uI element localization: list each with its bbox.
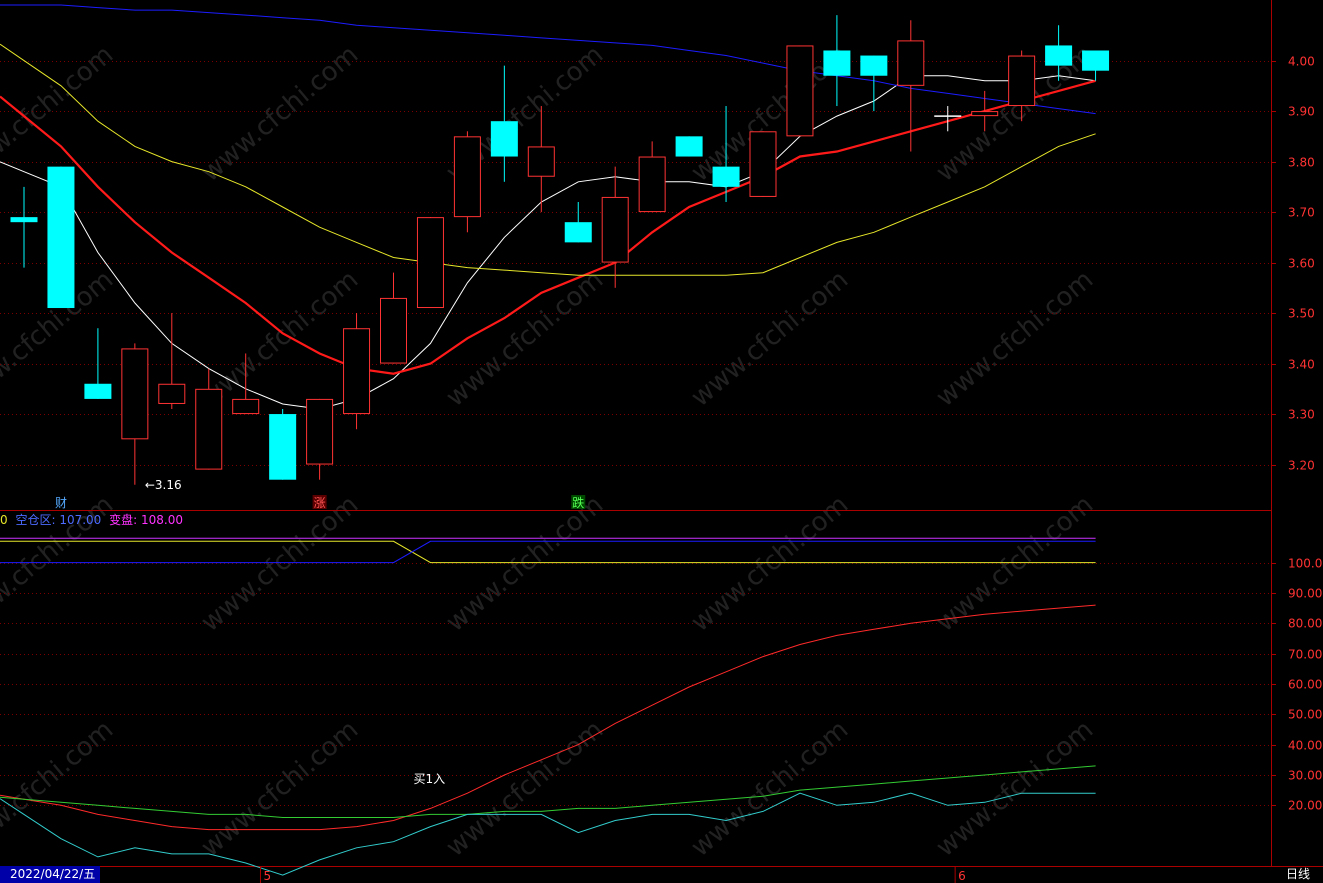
price-tick-label: 4.00 (1288, 55, 1315, 69)
candle (601, 166, 629, 288)
indicator-line-red (0, 604, 1096, 831)
candle-body (1045, 45, 1073, 66)
candle (638, 141, 666, 213)
candle (786, 45, 814, 137)
buy-signal-annotation: 买1入 (413, 772, 445, 786)
watermark-text: www.cfchi.com (0, 40, 119, 188)
candle-body (971, 111, 999, 117)
price-tick-label: 3.50 (1288, 307, 1315, 321)
price-tick-label: 3.70 (1288, 206, 1315, 220)
candle-body (232, 398, 260, 415)
event-marker: 财 (55, 496, 67, 510)
candle-body (416, 217, 444, 309)
period-label-daily[interactable]: 日线 (1273, 866, 1323, 883)
candle-body (527, 146, 555, 177)
indicator-tick-label: 100.00 (1288, 557, 1323, 571)
candle-body (675, 136, 703, 157)
candle-body (121, 348, 149, 440)
month-label: 5 (263, 869, 271, 883)
candle-body (380, 297, 407, 364)
candle (823, 15, 851, 107)
price-tick-label: 3.90 (1288, 105, 1315, 119)
candle-body (84, 383, 112, 399)
indicator-tick-label: 50.00 (1288, 708, 1322, 722)
indicator-tick-label: 90.00 (1288, 587, 1322, 601)
indicator-tick-label: 20.00 (1288, 799, 1322, 813)
candle-body (490, 121, 518, 157)
current-date-label: 2022/04/22/五 (0, 866, 101, 883)
candle (490, 65, 518, 182)
candle (1082, 50, 1110, 81)
candle (158, 313, 186, 410)
watermark-text: www.cfchi.com (441, 715, 610, 863)
candle-body (1008, 55, 1036, 107)
candle-body (749, 131, 777, 197)
candle-body (564, 222, 592, 243)
candle (675, 136, 703, 157)
candle-body (269, 414, 297, 480)
indicator-tick-label: 80.00 (1288, 617, 1322, 631)
candle (564, 201, 592, 243)
indicator-tick-label: 70.00 (1288, 648, 1322, 662)
candle (380, 272, 407, 364)
watermark-text: www.cfchi.com (0, 715, 119, 863)
candle-body (712, 166, 740, 187)
candle-body (786, 45, 814, 137)
watermark-text: www.cfchi.com (931, 715, 1100, 863)
indicator-tick-label: 60.00 (1288, 678, 1322, 692)
event-marker: 涨 (314, 495, 326, 510)
candle-body (306, 398, 334, 465)
watermark-text: www.cfchi.com (686, 715, 855, 863)
candle-body (897, 40, 925, 86)
stock-chart: www.cfchi.com www.cfchi.com www.cfchi.com w… (0, 0, 1323, 883)
watermark-text: www.cfchi.com (931, 265, 1100, 413)
indicator-legend: 0 空仓区: 107.00 变盘: 108.00 (0, 511, 183, 528)
candle (121, 343, 149, 485)
price-tick-label: 3.80 (1288, 156, 1315, 170)
indicator-tick-label: 30.00 (1288, 769, 1322, 783)
candle-body (343, 328, 371, 415)
candle-body (47, 166, 75, 309)
event-marker: 跌 (572, 495, 584, 510)
watermark-text: www.cfchi.com (196, 715, 365, 863)
legend-item-0: 0 (0, 513, 8, 527)
low-price-annotation: ←3.16 (145, 478, 182, 492)
price-tick-label: 3.40 (1288, 358, 1315, 372)
candle-body (601, 196, 629, 263)
legend-item-turning-point: 变盘: 108.00 (109, 513, 184, 527)
candle (453, 131, 481, 233)
candle-body (453, 136, 481, 218)
candle-body (158, 383, 186, 404)
watermark-text: www.cfchi.com (686, 265, 855, 413)
candle (897, 20, 925, 152)
candle (860, 55, 888, 112)
candle (10, 186, 38, 268)
candle-body (823, 50, 851, 76)
month-label: 6 (958, 869, 966, 883)
price-tick-label: 3.20 (1288, 459, 1315, 473)
legend-item-empty-zone: 空仓区: 107.00 (15, 513, 102, 527)
candle (416, 217, 444, 309)
candle (269, 409, 297, 480)
price-tick-label: 3.60 (1288, 257, 1315, 271)
candle-body (195, 388, 223, 470)
candle (47, 166, 75, 309)
candle-body (10, 217, 38, 223)
candle (84, 328, 112, 399)
candle (749, 131, 777, 197)
watermark-text: www.cfchi.com (931, 490, 1100, 638)
candle-body (860, 55, 888, 76)
candle (306, 398, 334, 480)
candle-body (638, 156, 666, 213)
candle (343, 313, 371, 430)
indicator-tick-label: 40.00 (1288, 739, 1322, 753)
price-tick-label: 3.30 (1288, 408, 1315, 422)
candle-body (1082, 50, 1110, 71)
